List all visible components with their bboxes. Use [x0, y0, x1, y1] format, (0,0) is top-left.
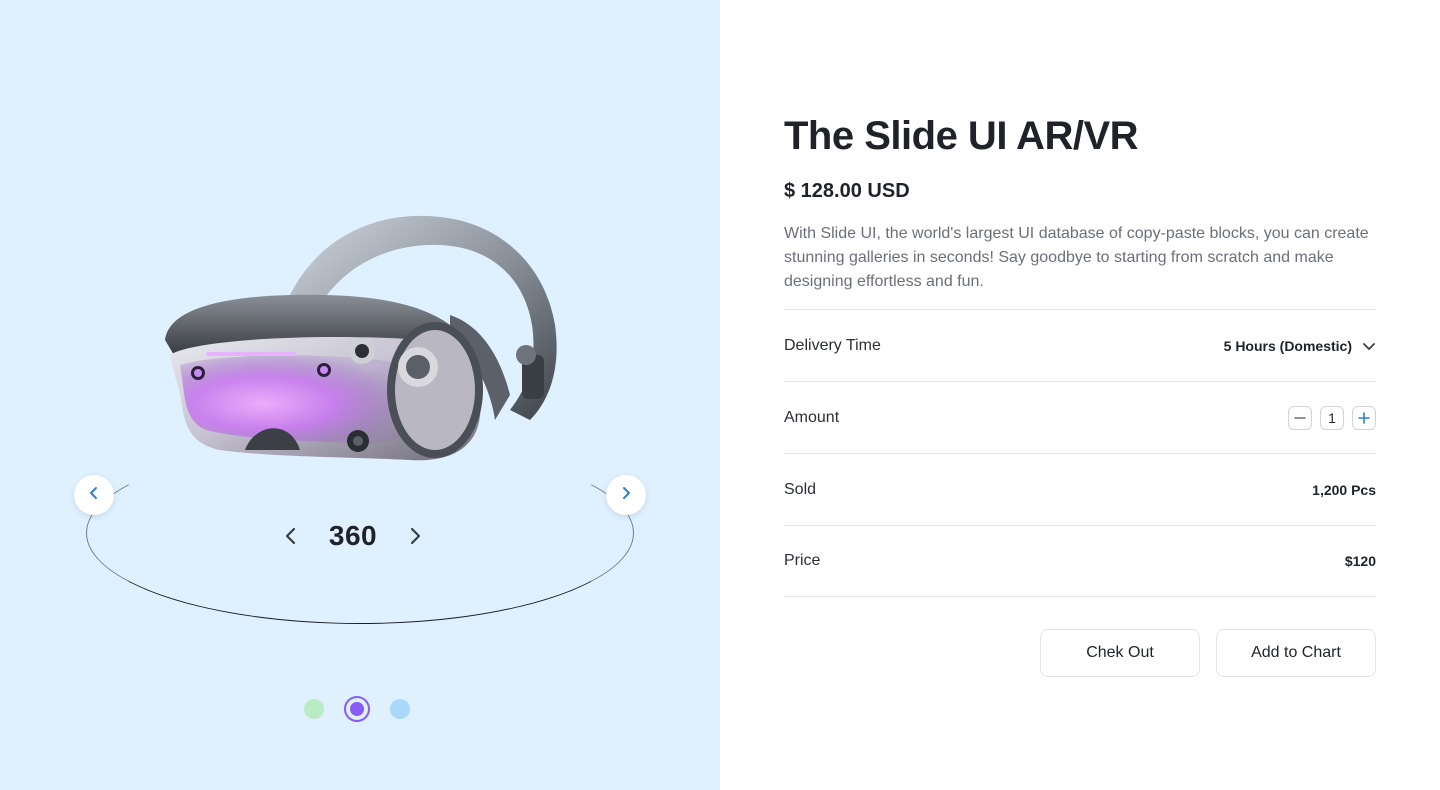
action-buttons: Chek Out Add to Chart — [1040, 629, 1376, 677]
price-row: Price $120 — [784, 525, 1376, 597]
delivery-value: 5 Hours (Domestic) — [1223, 337, 1352, 354]
delivery-label: Delivery Time — [784, 336, 881, 354]
rotation-control: 360 — [280, 516, 426, 556]
slide-dot-1[interactable] — [304, 699, 324, 719]
delivery-row: Delivery Time 5 Hours (Domestic) — [784, 309, 1376, 381]
sold-value: 1,200 Pcs — [1312, 481, 1376, 498]
chevron-down-icon — [1363, 342, 1375, 350]
vr-headset-image — [165, 215, 557, 461]
chevron-right-icon — [619, 486, 633, 505]
decrease-button[interactable] — [1288, 405, 1312, 430]
amount-label: Amount — [784, 408, 840, 426]
delivery-select[interactable]: 5 Hours (Domestic) — [1224, 338, 1376, 354]
rotate-left-button[interactable] — [280, 525, 302, 547]
price-value: $120 — [1344, 553, 1376, 569]
quantity-stepper: 1 — [1288, 405, 1376, 430]
product-attributes: Delivery Time 5 Hours (Domestic) Amount … — [784, 309, 1376, 597]
active-dot-center — [350, 702, 364, 716]
product-description: With Slide UI, the world's largest UI da… — [784, 225, 1369, 290]
chevron-left-icon — [87, 486, 101, 505]
product-page: 360 The Slide UI AR/VR $ 128.00 USD With… — [0, 0, 1440, 790]
slide-dot-2-active[interactable] — [344, 696, 370, 722]
quantity-value[interactable]: 1 — [1320, 405, 1344, 430]
product-title: The Slide UI AR/VR — [784, 114, 1139, 158]
rotation-label: 360 — [328, 520, 378, 551]
product-price: $ 128.00 USD — [784, 180, 910, 202]
minus-icon — [1294, 416, 1306, 419]
amount-row: Amount 1 — [784, 381, 1376, 453]
chevron-left-icon — [285, 527, 296, 545]
next-image-button[interactable] — [606, 475, 646, 515]
checkout-button[interactable]: Chek Out — [1040, 629, 1200, 677]
add-to-cart-button[interactable]: Add to Chart — [1216, 629, 1376, 677]
sold-label: Sold — [784, 480, 817, 498]
product-viewer: 360 — [0, 0, 720, 790]
sold-row: Sold 1,200 Pcs — [784, 453, 1376, 525]
chevron-right-icon — [410, 527, 421, 545]
product-details: The Slide UI AR/VR $ 128.00 USD With Sli… — [720, 0, 1440, 790]
plus-icon — [1358, 411, 1370, 424]
prev-image-button[interactable] — [74, 475, 114, 515]
slide-dot-3[interactable] — [390, 699, 410, 719]
slide-indicators — [304, 696, 410, 722]
price-label: Price — [784, 552, 821, 569]
rotate-right-button[interactable] — [404, 525, 426, 547]
increase-button[interactable] — [1352, 405, 1376, 430]
